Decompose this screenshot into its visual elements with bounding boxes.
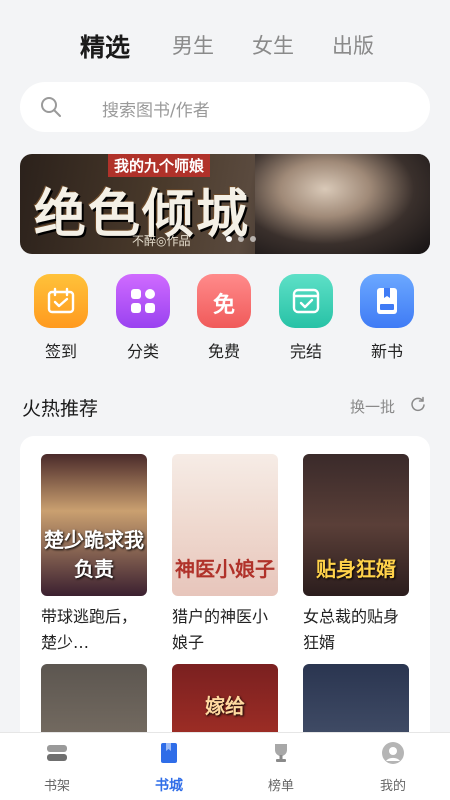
tab-male[interactable]: 男生 xyxy=(172,30,214,60)
finished-icon xyxy=(279,274,333,328)
user-icon xyxy=(382,742,404,764)
quick-label: 分类 xyxy=(126,342,159,361)
cover-title: 楚少跪求我负责 xyxy=(44,528,144,581)
cover-title: 贴身狂婿 xyxy=(316,557,396,581)
banner-dot xyxy=(250,236,256,242)
cover-title: 神医小娘子 xyxy=(175,557,275,581)
book-item[interactable]: 楚少跪求我负责 带球逃跑后，楚少… xyxy=(41,454,147,656)
book-cover: 贴身狂婿 xyxy=(303,454,409,596)
quick-new-books[interactable]: 新书 xyxy=(352,274,422,362)
banner-dot xyxy=(238,236,244,242)
grid-icon xyxy=(116,274,170,328)
quick-finished[interactable]: 完结 xyxy=(271,274,341,362)
quick-entries: 签到 分类 免 免费 完结 新书 xyxy=(0,274,450,370)
search-icon xyxy=(41,97,61,117)
book-title: 带球逃跑后，楚少… xyxy=(41,607,138,652)
recommend-card: 楚少跪求我负责 带球逃跑后，楚少… 神医小娘子 猎户的神医小娘子 贴身狂婿 女总… xyxy=(20,436,430,756)
book-title: 猎户的神医小娘子 xyxy=(172,607,269,652)
new-book-icon xyxy=(360,274,414,328)
category-tabs: 精选 男生 女生 出版 xyxy=(0,30,450,70)
quick-label: 签到 xyxy=(44,342,77,361)
book-cover: 神医小娘子 xyxy=(172,454,278,596)
nav-label: 书架 xyxy=(43,779,70,794)
nav-ranking[interactable]: 榜单 xyxy=(241,741,321,794)
nav-profile[interactable]: 我的 xyxy=(353,741,433,794)
quick-label: 免费 xyxy=(207,342,240,361)
section-title: 火热推荐 xyxy=(22,398,99,420)
promo-banner[interactable]: 我的九个师娘 绝色倾城 不醉◎作品 xyxy=(20,154,430,254)
quick-free[interactable]: 免 免费 xyxy=(189,274,259,362)
calendar-check-icon xyxy=(34,274,88,328)
nav-label: 书城 xyxy=(155,778,183,794)
quick-category[interactable]: 分类 xyxy=(108,274,178,362)
trophy-icon xyxy=(275,744,287,762)
book-item[interactable]: 神医小娘子 猎户的神医小娘子 xyxy=(172,454,278,656)
quick-label: 新书 xyxy=(370,342,403,361)
book-cover: 楚少跪求我负责 xyxy=(41,454,147,596)
tab-publishing[interactable]: 出版 xyxy=(332,30,374,60)
swap-batch-button[interactable]: 换一批 xyxy=(350,396,395,417)
quick-label: 完结 xyxy=(289,342,322,361)
banner-pagination xyxy=(226,236,256,242)
search-bar[interactable]: 搜索图书/作者 xyxy=(20,82,430,132)
free-icon: 免 xyxy=(197,274,251,328)
search-placeholder: 搜索图书/作者 xyxy=(102,101,210,121)
quick-sign-in[interactable]: 签到 xyxy=(26,274,96,362)
banner-character-image xyxy=(255,154,430,254)
nav-bookstore[interactable]: 书城 xyxy=(129,741,209,795)
bottom-nav: 书架 书城 榜单 我的 xyxy=(0,732,450,800)
tab-featured[interactable]: 精选 xyxy=(80,28,130,64)
book-item[interactable]: 贴身狂婿 女总裁的贴身狂婿 xyxy=(303,454,409,656)
nav-label: 我的 xyxy=(379,779,406,794)
free-glyph: 免 xyxy=(212,293,235,318)
nav-label: 榜单 xyxy=(267,779,294,794)
nav-bookshelf[interactable]: 书架 xyxy=(17,741,97,794)
book-title: 女总裁的贴身狂婿 xyxy=(303,607,400,652)
book-icon xyxy=(161,743,177,763)
banner-dot xyxy=(226,236,232,242)
refresh-icon[interactable] xyxy=(410,396,426,412)
bookshelf-icon xyxy=(47,745,67,761)
banner-author: 不醉◎作品 xyxy=(132,234,191,248)
cover-title: 嫁给 xyxy=(205,694,245,718)
tab-female[interactable]: 女生 xyxy=(252,30,294,60)
